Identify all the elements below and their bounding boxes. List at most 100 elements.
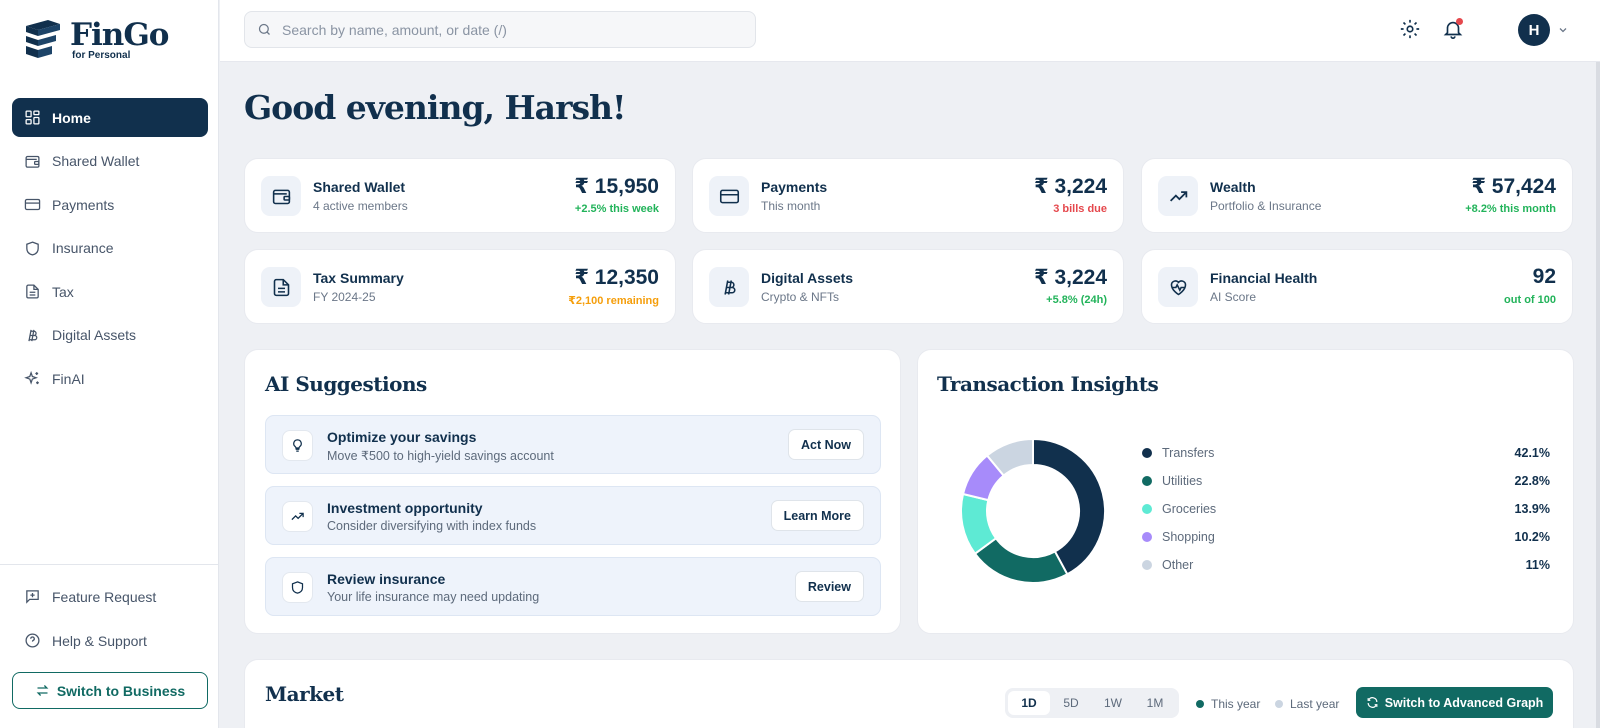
sidebar-item-label: FinAI [52,370,85,387]
suggestion-title: Optimize your savings [327,429,477,445]
page-title: Good evening, Harsh! [244,88,627,127]
stat-icon-box [261,267,301,307]
stat-card-tax-summary[interactable]: Tax Summary FY 2024-25 ₹ 12,350 ₹2,100 r… [244,249,676,324]
sidebar-item-tax[interactable]: Tax [12,272,208,311]
credit-card-icon [719,189,739,203]
search-input[interactable] [282,21,742,38]
legend-label: Other [1162,558,1194,572]
stat-card-financial-health[interactable]: Financial Health AI Score 92 out of 100 [1141,249,1573,324]
legend-dot [1275,700,1283,708]
stat-title: Wealth [1210,179,1256,195]
stat-subtitle: FY 2024-25 [313,290,376,304]
range-1m-tab[interactable]: 1M [1134,691,1176,715]
legend-row-transfers: Transfers 42.1% [1142,443,1550,463]
stat-card-shared-wallet[interactable]: Shared Wallet 4 active members ₹ 15,950 … [244,158,676,233]
sidebar-item-finai[interactable]: FinAI [12,359,208,398]
stat-note: 3 bills due [1053,203,1107,215]
suggestion-description: Move ₹500 to high-yield savings account [327,449,554,463]
sidebar-item-label: Feature Request [52,588,157,605]
legend-last-year: Last year [1275,697,1339,711]
scrollbar[interactable] [1596,62,1600,728]
shield-icon [291,581,304,594]
sidebar-item-help-support[interactable]: Help & Support [12,621,208,660]
stat-value: ₹ 3,224 [1034,175,1107,198]
ai-suggestions-title: AI Suggestions [265,372,427,396]
sidebar-item-feature-request[interactable]: Feature Request [12,577,208,616]
legend-percent: 22.8% [1514,474,1550,488]
legend-dot [1142,504,1152,514]
swap-arrows-icon [36,685,49,696]
stat-note: out of 100 [1504,294,1556,306]
sidebar-item-payments[interactable]: Payments [12,185,208,224]
sidebar-item-label: Payments [52,196,115,213]
legend-this-year: This year [1196,697,1260,711]
legend-row-other: Other 11% [1142,555,1550,575]
sidebar-item-digital-assets[interactable]: Digital Assets [12,316,208,355]
gear-icon[interactable] [1399,18,1421,40]
credit-card-icon [24,198,41,211]
stat-title: Shared Wallet [313,179,406,195]
notifications-button[interactable] [1442,18,1464,40]
donut-chart [960,438,1106,584]
sidebar-item-label: Insurance [52,240,114,256]
switch-to-business-label: Switch to Business [56,682,186,699]
transaction-insights-title: Transaction Insights [937,372,1159,396]
switch-advanced-graph-label: Switch to Advanced Graph [1384,695,1544,710]
stat-subtitle: Portfolio & Insurance [1210,199,1322,213]
brand[interactable]: FinGo for Personal [24,18,169,61]
legend-label: This year [1211,697,1261,711]
stat-card-digital-assets[interactable]: Digital Assets Crypto & NFTs ₹ 3,224 +5.… [692,249,1124,324]
legend-dot [1142,476,1152,486]
range-1w-tab[interactable]: 1W [1092,691,1134,715]
sidebar-item-insurance[interactable]: Insurance [12,229,208,268]
donut-slice-utilities[interactable] [973,536,1069,584]
legend-label: Utilities [1162,474,1203,488]
sidebar-item-label: Help & Support [52,632,147,649]
help-circle-icon [25,633,40,648]
review-button[interactable]: Review [794,571,864,602]
sidebar-bottom-nav: Feature Request Help & Support [12,577,208,665]
stat-subtitle: Crypto & NFTs [761,290,840,304]
stat-title: Financial Health [1210,270,1318,286]
search-box[interactable] [244,11,756,48]
legend-percent: 13.9% [1514,502,1550,516]
legend-dot [1142,532,1152,542]
stat-title: Tax Summary [313,270,404,286]
stat-card-payments[interactable]: Payments This month ₹ 3,224 3 bills due [692,158,1124,233]
sidebar-item-label: Shared Wallet [52,153,140,169]
stat-value: ₹ 57,424 [1471,175,1556,198]
legend-row-groceries: Groceries 13.9% [1142,499,1550,519]
market-title: Market [265,682,344,706]
act-now-button[interactable]: Act Now [788,429,864,460]
legend-percent: 11% [1525,558,1550,572]
legend-label: Last year [1290,697,1340,711]
legend-label: Groceries [1162,502,1217,516]
donut-slice-transfers[interactable] [1032,438,1106,576]
sidebar-item-shared-wallet[interactable]: Shared Wallet [12,142,208,181]
chevron-down-icon[interactable] [1557,24,1569,36]
grid-icon [25,110,40,125]
legend-row-utilities: Utilities 22.8% [1142,471,1550,491]
sparkles-icon [24,370,39,385]
refresh-icon [1367,697,1378,708]
avatar[interactable]: H [1518,14,1550,46]
range-5d-tab[interactable]: 5D [1050,691,1092,715]
transaction-insights-card: Transaction Insights Transfers 42.1% Utili… [917,349,1574,634]
document-icon [26,284,39,299]
fingo-logo-icon [26,20,60,58]
stat-icon-box [1158,267,1198,307]
sidebar-divider [0,564,219,565]
stat-note: ₹2,100 remaining [568,295,659,307]
switch-to-business-button[interactable]: Switch to Business [12,672,208,709]
stat-note: +2.5% this week [574,203,659,215]
switch-advanced-graph-button[interactable]: Switch to Advanced Graph [1356,687,1553,718]
learn-more-button[interactable]: Learn More [770,500,864,531]
stat-value: 92 [1532,265,1556,288]
range-1d-tab[interactable]: 1D [1008,691,1050,715]
stat-icon-box [1158,176,1198,216]
sidebar-item-home[interactable]: Home [12,98,208,137]
legend-dot [1196,700,1204,708]
sidebar-item-label: Tax [52,283,74,300]
ai-suggestions-card: AI Suggestions Optimize your savings Mov… [244,349,901,634]
stat-card-wealth[interactable]: Wealth Portfolio & Insurance ₹ 57,424 +8… [1141,158,1573,233]
